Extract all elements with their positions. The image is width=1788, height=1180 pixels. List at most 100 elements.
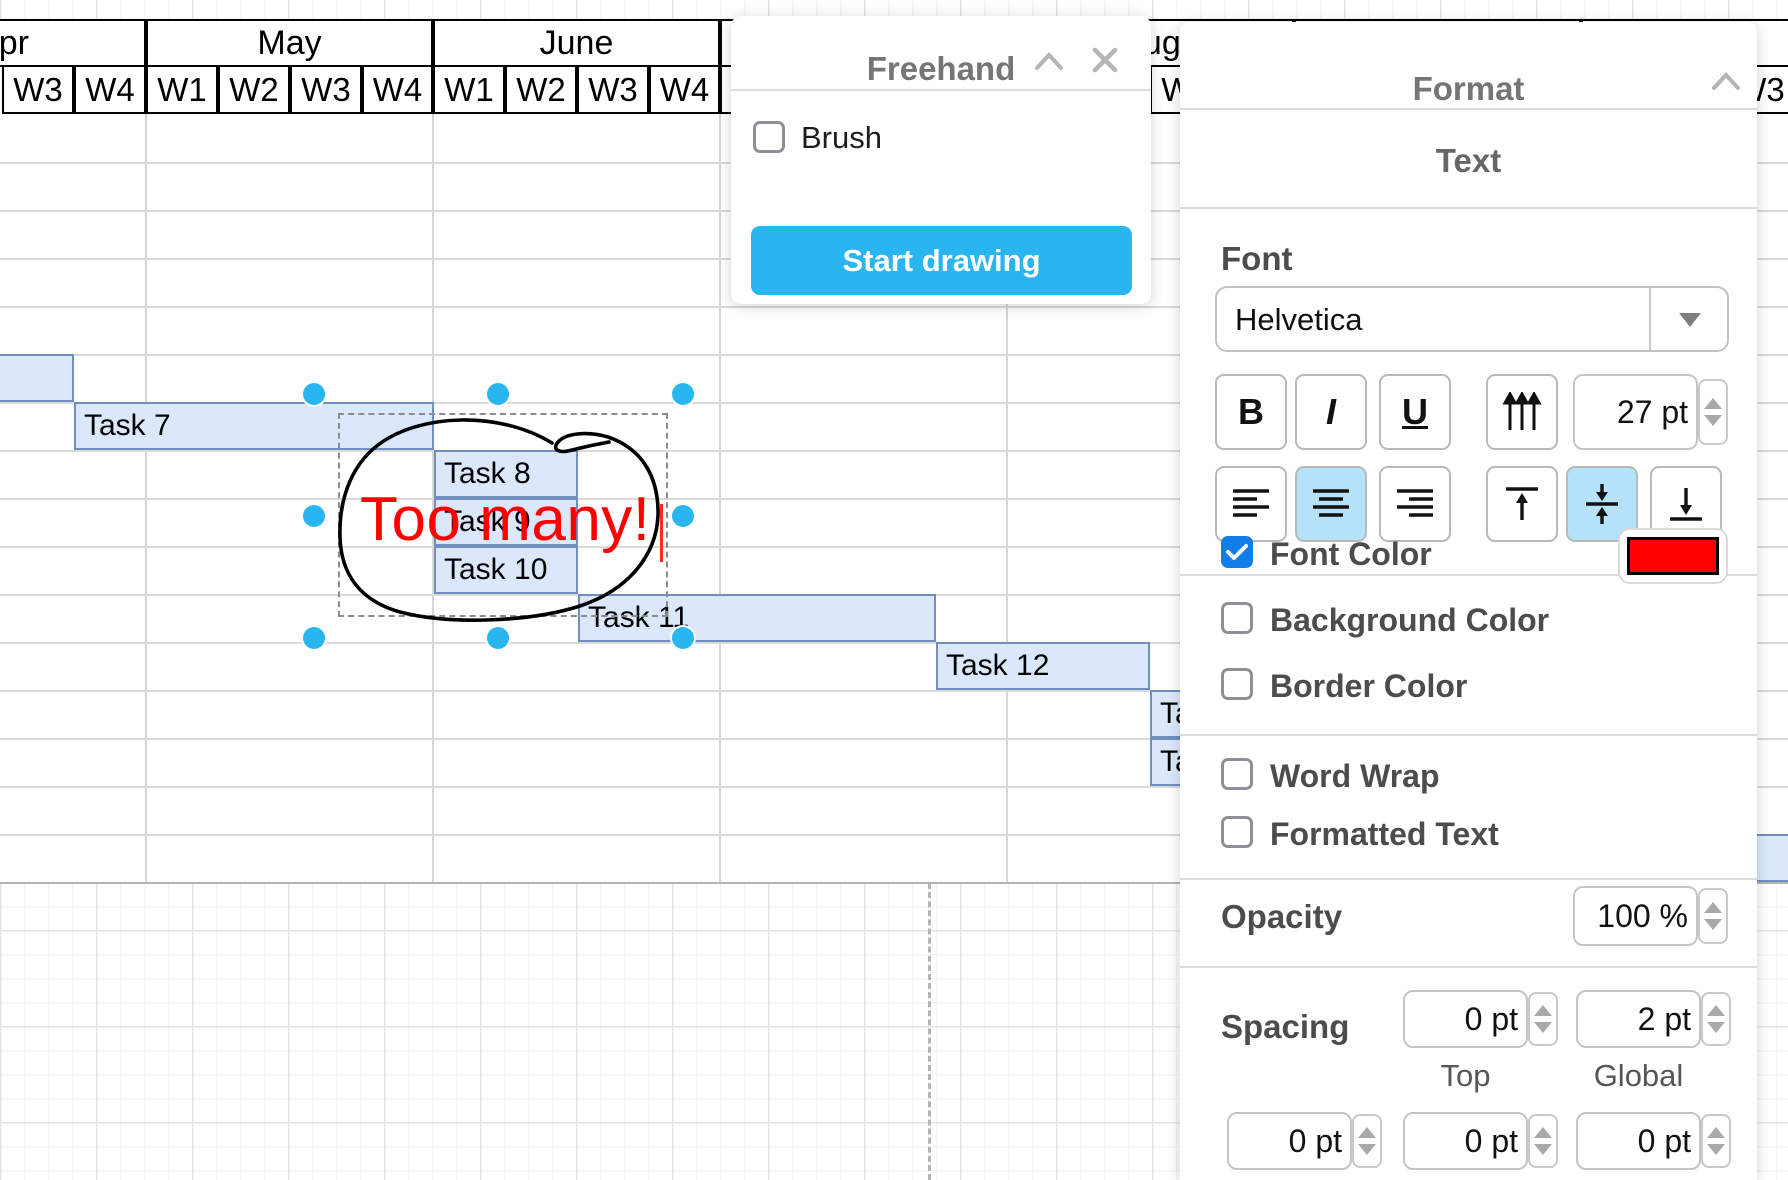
- task-label: Task 12: [946, 649, 1049, 683]
- selection-handle-sw[interactable]: [303, 627, 325, 649]
- text-cursor: [660, 504, 663, 562]
- spacing-global-input[interactable]: 2 pt: [1576, 990, 1701, 1048]
- align-left-button[interactable]: [1215, 466, 1287, 542]
- month-cell-may: May: [146, 19, 433, 67]
- spacing-left-label: Left: [1227, 1174, 1352, 1180]
- opacity-input[interactable]: 100 %: [1573, 886, 1698, 946]
- spacing-left-stepper[interactable]: [1352, 1114, 1382, 1168]
- spacing-bottom-value: 0 pt: [1465, 1123, 1518, 1160]
- vertical-text-button[interactable]: [1486, 374, 1558, 450]
- bold-icon: B: [1238, 391, 1264, 433]
- spacing-top-input[interactable]: 0 pt: [1403, 990, 1528, 1048]
- week-cell: W1: [146, 65, 218, 114]
- stepper-up-icon[interactable]: [1707, 1005, 1725, 1016]
- collapse-chevron-icon[interactable]: [1708, 68, 1744, 94]
- spacing-bottom-stepper[interactable]: [1528, 1114, 1558, 1168]
- task-bar-6[interactable]: [0, 354, 74, 402]
- week-label: W2: [516, 71, 566, 109]
- selection-handle-nw[interactable]: [303, 383, 325, 405]
- week-cell: W3: [577, 65, 649, 114]
- month-label: Apr: [0, 24, 29, 63]
- stepper-up-icon[interactable]: [1707, 1127, 1725, 1138]
- spacing-top-stepper[interactable]: [1528, 992, 1558, 1046]
- week-cell: W4: [74, 65, 146, 114]
- spacing-top-label: Top: [1403, 1058, 1528, 1094]
- stepper-up-icon[interactable]: [1534, 1005, 1552, 1016]
- spacing-left-input[interactable]: 0 pt: [1227, 1112, 1352, 1170]
- stepper-down-icon[interactable]: [1358, 1144, 1376, 1155]
- selection-handle-w[interactable]: [303, 505, 325, 527]
- font-color-swatch-button[interactable]: [1618, 528, 1728, 584]
- spacing-right-value: 0 pt: [1638, 1123, 1691, 1160]
- stepper-down-icon[interactable]: [1707, 1144, 1725, 1155]
- italic-button[interactable]: I: [1295, 374, 1367, 450]
- tab-text[interactable]: Text: [1180, 142, 1757, 180]
- spacing-top-value: 0 pt: [1465, 1001, 1518, 1038]
- start-drawing-button[interactable]: Start drawing: [751, 226, 1132, 295]
- opacity-stepper[interactable]: [1698, 888, 1728, 944]
- brush-label: Brush: [801, 120, 882, 156]
- underline-icon: U: [1402, 391, 1428, 433]
- font-color-checkbox[interactable]: [1221, 536, 1253, 568]
- underline-button[interactable]: U: [1379, 374, 1451, 450]
- selection-handle-e[interactable]: [672, 505, 694, 527]
- close-icon[interactable]: [1089, 44, 1121, 76]
- selection-handle-s[interactable]: [487, 627, 509, 649]
- background-color-checkbox[interactable]: [1221, 602, 1253, 634]
- week-cell: W1: [433, 65, 505, 114]
- word-wrap-checkbox[interactable]: [1221, 758, 1253, 790]
- week-cell: W4: [649, 65, 720, 114]
- month-cell-apr: Apr: [0, 19, 146, 67]
- bold-button[interactable]: B: [1215, 374, 1287, 450]
- spacing-right-input[interactable]: 0 pt: [1576, 1112, 1701, 1170]
- align-right-button[interactable]: [1379, 466, 1451, 542]
- font-size-stepper[interactable]: [1698, 379, 1728, 445]
- spacing-global-stepper[interactable]: [1701, 992, 1731, 1046]
- formatted-text-checkbox[interactable]: [1221, 816, 1253, 848]
- align-right-icon: [1395, 487, 1435, 521]
- selection-handle-n[interactable]: [487, 383, 509, 405]
- check-icon: [1226, 543, 1248, 561]
- dropdown-arrow-icon: [1679, 313, 1701, 327]
- align-center-button[interactable]: [1295, 466, 1367, 542]
- align-left-icon: [1231, 487, 1271, 521]
- spacing-bottom-input[interactable]: 0 pt: [1403, 1112, 1528, 1170]
- week-label: W4: [85, 71, 135, 109]
- opacity-value: 100 %: [1597, 898, 1688, 935]
- stepper-down-icon[interactable]: [1534, 1022, 1552, 1033]
- opacity-label: Opacity: [1221, 898, 1342, 936]
- week-label: W1: [444, 71, 494, 109]
- stepper-down-icon[interactable]: [1704, 919, 1722, 930]
- valign-top-button[interactable]: [1486, 466, 1558, 542]
- stepper-down-icon[interactable]: [1534, 1144, 1552, 1155]
- divider: [1649, 288, 1651, 350]
- task-label: Task 7: [84, 409, 171, 443]
- valign-top-icon: [1502, 484, 1542, 524]
- font-size-input[interactable]: 27 pt: [1573, 374, 1698, 450]
- stepper-up-icon[interactable]: [1704, 902, 1722, 913]
- task-bar-12[interactable]: Task 12: [936, 642, 1150, 690]
- font-size-value: 27 pt: [1617, 394, 1688, 431]
- spacing-right-stepper[interactable]: [1701, 1114, 1731, 1168]
- spacing-bottom-label: Bottom: [1403, 1174, 1528, 1180]
- stepper-up-icon[interactable]: [1358, 1127, 1376, 1138]
- selection-handle-se[interactable]: [672, 627, 694, 649]
- stepper-down-icon[interactable]: [1707, 1022, 1725, 1033]
- brush-checkbox[interactable]: [753, 121, 785, 153]
- font-family-select[interactable]: Helvetica: [1215, 286, 1729, 352]
- week-label: W3: [588, 71, 638, 109]
- collapse-chevron-icon[interactable]: [1031, 48, 1067, 74]
- stepper-down-icon[interactable]: [1704, 415, 1722, 426]
- stepper-up-icon[interactable]: [1534, 1127, 1552, 1138]
- format-panel-title: Format: [1180, 70, 1757, 108]
- drawio-canvas: Apr May June Aug W3 W4 W1 W2 W3 W4 W1 W2…: [0, 0, 1788, 1180]
- selection-handle-ne[interactable]: [672, 383, 694, 405]
- spacing-global-value: 2 pt: [1638, 1001, 1691, 1038]
- week-label: W4: [660, 71, 710, 109]
- valign-middle-icon: [1582, 482, 1622, 526]
- border-color-checkbox[interactable]: [1221, 668, 1253, 700]
- word-wrap-label: Word Wrap: [1270, 758, 1439, 795]
- font-color-swatch: [1627, 537, 1719, 575]
- stepper-up-icon[interactable]: [1704, 398, 1722, 409]
- annotation-text[interactable]: Too many!: [360, 484, 651, 555]
